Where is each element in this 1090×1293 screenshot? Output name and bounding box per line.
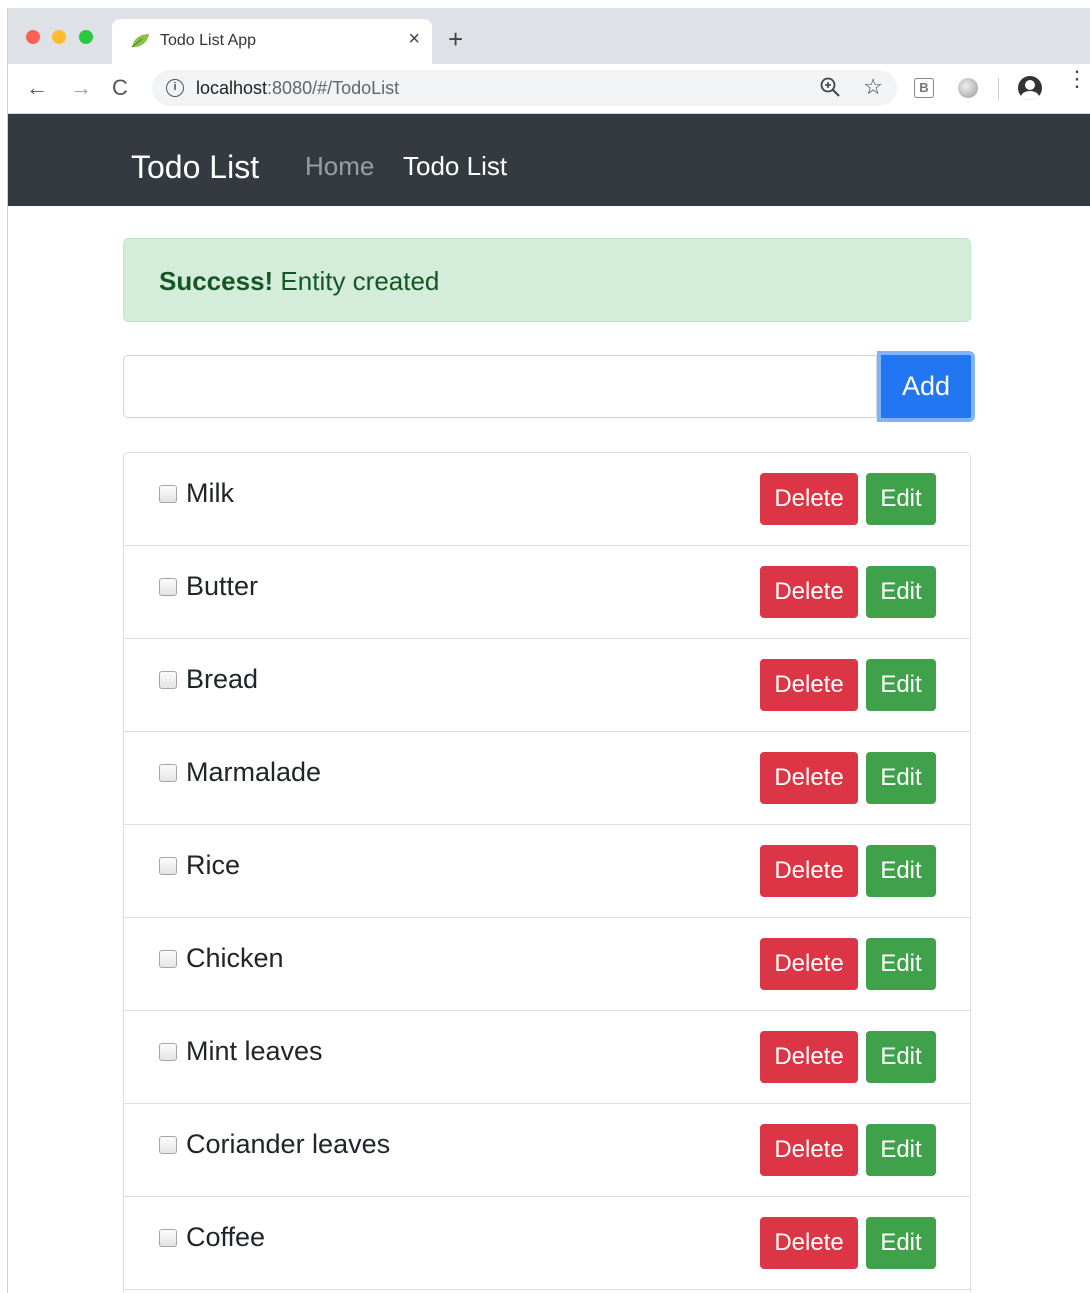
delete-button[interactable]: Delete [760,1031,858,1083]
info-icon[interactable]: i [166,79,184,97]
todo-item: Rice Delete Edit [124,825,970,918]
todo-item: Mint leaves Delete Edit [124,1011,970,1104]
menu-dots-icon[interactable]: ⋮ [1066,68,1088,90]
url-path: :8080/#/TodoList [267,78,400,98]
edit-button[interactable]: Edit [866,845,936,897]
todo-item-label: Coriander leaves [186,1129,391,1159]
todo-checkbox[interactable] [159,1136,177,1154]
todo-checkbox[interactable] [159,578,177,596]
delete-button[interactable]: Delete [760,1217,858,1269]
edit-button[interactable]: Edit [866,1124,936,1176]
edit-button[interactable]: Edit [866,1031,936,1083]
todo-checkbox[interactable] [159,857,177,875]
todo-item: Marmalade Delete Edit [124,732,970,825]
alert-message: Entity created [280,266,440,296]
alert-text: Success! Entity created [159,266,439,297]
todo-item: Coriander leaves Delete Edit [124,1104,970,1197]
delete-button[interactable]: Delete [760,566,858,618]
delete-button[interactable]: Delete [760,845,858,897]
forward-icon[interactable]: → [70,76,92,100]
maximize-window-button[interactable] [79,30,93,44]
delete-button[interactable]: Delete [760,1124,858,1176]
zoom-icon[interactable] [819,76,841,98]
todo-item-label: Rice [186,850,241,880]
navbar-brand[interactable]: Todo List [131,149,259,186]
todo-checkbox[interactable] [159,1229,177,1247]
extension-circle-icon[interactable] [958,78,978,98]
back-icon[interactable]: ← [26,76,48,100]
delete-button[interactable]: Delete [760,938,858,990]
bookmark-star-icon[interactable]: ☆ [863,74,883,100]
edit-button[interactable]: Edit [866,473,936,525]
new-tab-button[interactable]: + [448,26,463,52]
address-bar[interactable]: i localhost:8080/#/TodoList ☆ [152,70,897,106]
url-host: localhost [196,78,268,98]
leaf-icon [131,34,149,48]
nav-link-todo-list[interactable]: Todo List [403,151,507,182]
todo-item-label: Milk [186,478,234,508]
edit-button[interactable]: Edit [866,1217,936,1269]
todo-item: Milk Delete Edit [124,453,970,546]
todo-item-label: Chicken [186,943,284,973]
tab-title: Todo List App [160,32,257,49]
todo-item: Butter Delete Edit [124,546,970,639]
delete-button[interactable]: Delete [760,473,858,525]
todo-checkbox[interactable] [159,764,177,782]
todo-item-label: Marmalade [186,757,322,787]
delete-button[interactable]: Delete [760,659,858,711]
extension-b-icon[interactable]: B [914,78,934,98]
todo-checkbox[interactable] [159,671,177,689]
todo-input[interactable] [123,355,877,418]
todo-list: Milk Delete Edit Butter Delete Edit Bread Delet… [123,452,971,1293]
todo-item-label: Mint leaves [186,1036,323,1066]
todo-checkbox[interactable] [159,485,177,503]
tab-todo-list-app[interactable]: Todo List App × [112,19,432,64]
url-text: localhost:8080/#/TodoList [196,78,399,99]
profile-avatar-icon[interactable] [1018,76,1042,100]
add-button[interactable]: Add [877,351,975,422]
minimize-window-button[interactable] [52,30,66,44]
reload-icon[interactable]: C [112,76,128,100]
browser-toolbar: ← → C i localhost:8080/#/TodoList ☆ B ⋮ [8,64,1090,114]
delete-button[interactable]: Delete [760,752,858,804]
todo-item-label: Butter [186,571,259,601]
app-navbar: Todo List Home Todo List [8,114,1090,206]
todo-checkbox[interactable] [159,950,177,968]
edit-button[interactable]: Edit [866,659,936,711]
toolbar-divider [998,78,999,100]
todo-item: Coffee Delete Edit [124,1197,970,1290]
todo-item-label: Coffee [186,1222,266,1252]
edit-button[interactable]: Edit [866,752,936,804]
tab-bar: Todo List App × + [8,8,1090,64]
nav-link-home[interactable]: Home [305,151,374,182]
todo-item-label: Bread [186,664,259,694]
alert-strong: Success! [159,266,274,296]
todo-checkbox[interactable] [159,1043,177,1061]
success-alert: Success! Entity created [123,238,971,322]
close-window-button[interactable] [26,30,40,44]
edit-button[interactable]: Edit [866,566,936,618]
edit-button[interactable]: Edit [866,938,936,990]
todo-item: Chicken Delete Edit [124,918,970,1011]
add-todo-form: Add [123,351,975,422]
todo-item: Bread Delete Edit [124,639,970,732]
close-tab-icon[interactable]: × [408,29,420,49]
